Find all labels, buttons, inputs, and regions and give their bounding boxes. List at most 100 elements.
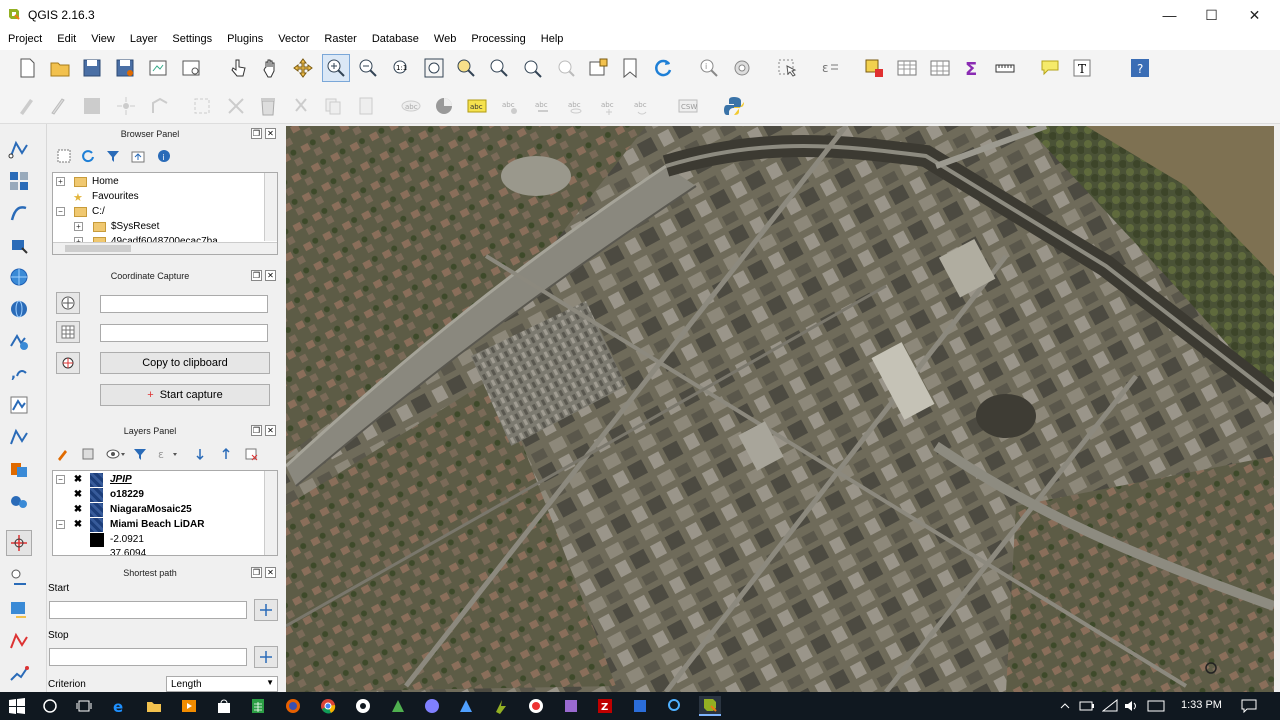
collapse-layer-icon[interactable]: − — [56, 520, 65, 529]
add-wfs-layer-icon[interactable] — [6, 328, 32, 354]
layer-jpip[interactable]: JPIP — [110, 474, 132, 485]
add-delimited-text-icon[interactable]: , — [6, 360, 32, 386]
menu-layer[interactable]: Layer — [122, 30, 165, 50]
chrome-icon[interactable] — [318, 696, 338, 716]
layer-visibility-checkbox[interactable]: ✖ — [73, 505, 83, 515]
zoom-actual-size-icon[interactable]: 1:1 — [389, 56, 413, 80]
float-panel-icon[interactable]: ❐ — [251, 128, 262, 139]
add-wcs-layer-icon[interactable] — [6, 296, 32, 322]
close-panel-icon[interactable]: ✕ — [265, 567, 276, 578]
crs-selector-icon[interactable] — [56, 292, 80, 314]
zoom-to-selection-icon[interactable] — [454, 56, 478, 80]
start-point-input[interactable] — [49, 601, 247, 619]
expand-home-icon[interactable]: + — [56, 177, 65, 186]
layer-visibility-checkbox[interactable]: ✖ — [73, 520, 83, 530]
save-as-icon[interactable] — [113, 56, 137, 80]
grid-crs-icon[interactable] — [56, 321, 80, 343]
current-edits-icon[interactable] — [15, 94, 39, 118]
qgis-taskbar-icon[interactable] — [699, 696, 721, 716]
map-tips-icon[interactable] — [1038, 56, 1062, 80]
zoom-to-layer-icon[interactable] — [487, 56, 511, 80]
app-icon[interactable] — [561, 696, 581, 716]
menu-edit[interactable]: Edit — [49, 30, 83, 50]
add-oracle-layer-icon[interactable] — [6, 456, 32, 482]
pan-map-icon[interactable] — [259, 56, 283, 80]
zoom-in-icon[interactable] — [322, 54, 350, 82]
layer-visibility-checkbox[interactable]: ✖ — [73, 475, 83, 485]
refresh-browser-icon[interactable] — [81, 149, 97, 165]
pan-to-selection-icon[interactable] — [291, 56, 315, 80]
calculator-icon[interactable] — [248, 696, 268, 716]
statistical-summary-icon[interactable]: Σ — [960, 56, 984, 80]
layer-labeling-icon[interactable]: abc — [465, 94, 489, 118]
copy-features-icon[interactable] — [321, 94, 345, 118]
add-feature-icon[interactable] — [114, 94, 138, 118]
filter-legend-icon[interactable] — [133, 447, 149, 463]
new-map-view-icon[interactable] — [586, 56, 610, 80]
add-raster-layer-icon[interactable] — [6, 168, 32, 194]
add-vector-layer-icon[interactable] — [6, 136, 32, 162]
identify-features-icon[interactable]: i — [697, 56, 721, 80]
keyboard-icon[interactable] — [1146, 696, 1166, 716]
capture-stop-point-button[interactable] — [254, 646, 278, 668]
new-shapefile-icon[interactable] — [6, 392, 32, 418]
volume-icon[interactable] — [1122, 696, 1142, 716]
minimize-button[interactable]: — — [1147, 0, 1192, 30]
expand-sysreset-icon[interactable]: + — [74, 222, 83, 231]
move-label-icon[interactable]: abc — [597, 94, 621, 118]
add-mssql-layer-icon[interactable] — [6, 488, 32, 514]
select-features-icon[interactable] — [775, 56, 799, 80]
app-icon[interactable] — [491, 696, 511, 716]
menu-view[interactable]: View — [83, 30, 122, 50]
windows-start-icon[interactable] — [7, 696, 27, 716]
toggle-editing-icon[interactable] — [46, 94, 70, 118]
help-icon[interactable]: ? — [1128, 56, 1152, 80]
road-graph-icon[interactable] — [6, 660, 32, 686]
rotate-label-icon[interactable]: abc — [630, 94, 654, 118]
zoom-next-icon[interactable] — [553, 56, 577, 80]
browser-vertical-scrollbar[interactable] — [264, 173, 277, 241]
add-group-icon[interactable] — [81, 447, 97, 463]
app-icon[interactable] — [353, 696, 373, 716]
menu-plugins[interactable]: Plugins — [219, 30, 270, 50]
geometry-checker-icon[interactable] — [6, 564, 32, 590]
start-capture-button[interactable]: + Start capture — [100, 384, 270, 406]
browser-item-sysreset[interactable]: $SysReset — [111, 221, 159, 232]
layers-vertical-scrollbar[interactable] — [264, 471, 277, 555]
app-icon[interactable] — [456, 696, 476, 716]
run-feature-action-icon[interactable] — [730, 56, 754, 80]
add-wms-layer-icon[interactable] — [6, 264, 32, 290]
browser-item-home[interactable]: Home — [92, 176, 119, 187]
firefox-icon[interactable] — [283, 696, 303, 716]
layer-o18229[interactable]: o18229 — [110, 489, 144, 500]
filezilla-icon[interactable]: Z — [595, 696, 615, 716]
search-icon[interactable] — [40, 696, 60, 716]
close-panel-icon[interactable]: ✕ — [265, 128, 276, 139]
zoom-full-icon[interactable] — [422, 56, 446, 80]
layer-visibility-checkbox[interactable]: ✖ — [73, 490, 83, 500]
add-selected-icon[interactable] — [57, 149, 73, 165]
collapse-layer-icon[interactable]: − — [56, 475, 65, 484]
capture-start-point-button[interactable] — [254, 599, 278, 621]
app-icon[interactable] — [665, 696, 685, 716]
csw-icon[interactable]: CSW — [676, 94, 700, 118]
system-clock[interactable]: 1:33 PM — [1181, 699, 1222, 711]
close-panel-icon[interactable]: ✕ — [265, 270, 276, 281]
coordinate-capture-tool-icon[interactable] — [6, 530, 32, 556]
copy-to-clipboard-button[interactable]: Copy to clipboard — [100, 352, 270, 374]
menu-settings[interactable]: Settings — [164, 30, 219, 50]
store-icon[interactable] — [214, 696, 234, 716]
app-icon[interactable] — [422, 696, 442, 716]
save-project-icon[interactable] — [80, 56, 104, 80]
trash-icon[interactable] — [256, 94, 280, 118]
field-calculator-icon[interactable] — [928, 56, 952, 80]
delete-selected-icon[interactable] — [224, 94, 248, 118]
move-feature-icon[interactable] — [148, 94, 172, 118]
node-tool-icon[interactable] — [190, 94, 214, 118]
float-panel-icon[interactable]: ❐ — [251, 425, 262, 436]
menu-database[interactable]: Database — [364, 30, 426, 50]
app-icon[interactable] — [388, 696, 408, 716]
new-project-icon[interactable] — [15, 56, 39, 80]
float-panel-icon[interactable]: ❐ — [251, 567, 262, 578]
open-project-icon[interactable] — [48, 56, 72, 80]
